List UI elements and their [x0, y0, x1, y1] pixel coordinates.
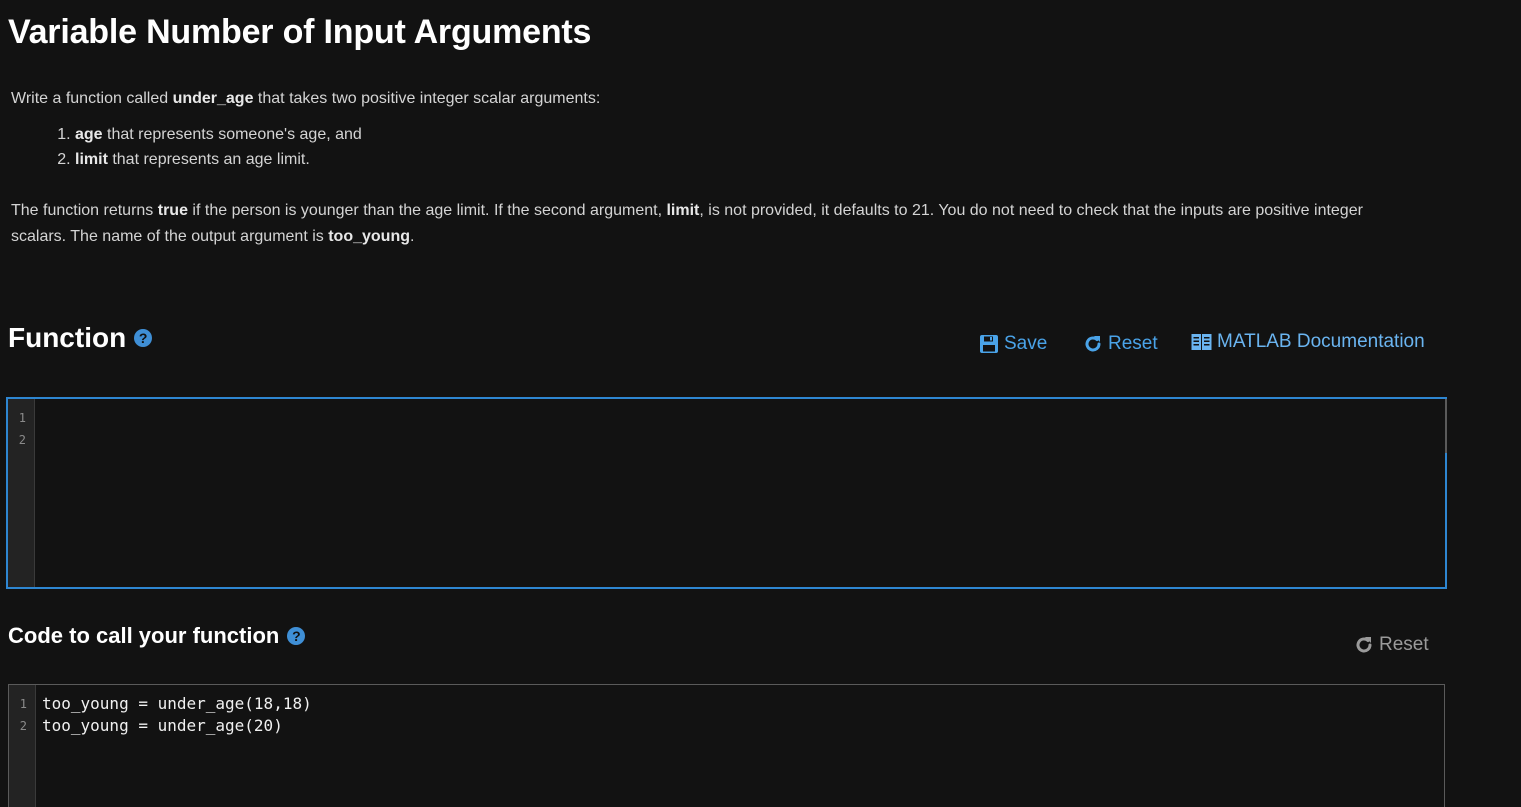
code-line[interactable]: [41, 407, 1445, 429]
line-number: 2: [18, 433, 26, 447]
line-number: 2: [19, 719, 27, 733]
function-name: under_age: [172, 90, 254, 107]
help-icon[interactable]: ?: [287, 627, 306, 645]
function-heading: Function ?: [8, 322, 153, 354]
save-button[interactable]: Save: [979, 333, 1047, 355]
help-icon[interactable]: ?: [134, 329, 153, 347]
code-line[interactable]: too_young = under_age(20): [42, 715, 1444, 737]
function-editor[interactable]: 1 2: [6, 397, 1447, 589]
problem-description: Write a function called under_age that t…: [11, 86, 1411, 250]
list-item: limit that represents an age limit.: [75, 147, 1411, 172]
code-line[interactable]: too_young = under_age(18,18): [42, 693, 1444, 715]
save-icon: [980, 335, 998, 353]
line-number: 1: [18, 411, 26, 425]
reset-call-button[interactable]: Reset: [1354, 634, 1429, 656]
line-number-gutter: 1 2: [8, 399, 35, 587]
call-code-heading: Code to call your function ?: [8, 623, 306, 649]
call-code-area[interactable]: too_young = under_age(18,18) too_young =…: [36, 685, 1444, 807]
refresh-icon: [1356, 637, 1372, 653]
details-paragraph: The function returns true if the person …: [11, 202, 1363, 245]
intro-paragraph: Write a function called under_age that t…: [11, 90, 601, 107]
code-line[interactable]: [41, 429, 1445, 451]
refresh-icon: [1085, 336, 1101, 352]
argument-list: age that represents someone's age, and l…: [11, 122, 1411, 172]
function-code-area[interactable]: [35, 399, 1445, 587]
call-code-editor[interactable]: 1 2 too_young = under_age(18,18) too_you…: [8, 684, 1445, 807]
scrollbar[interactable]: [1445, 399, 1447, 453]
reset-button[interactable]: Reset: [1083, 333, 1158, 355]
line-number: 1: [19, 697, 27, 711]
page-title: Variable Number of Input Arguments: [8, 13, 592, 51]
matlab-documentation-link[interactable]: MATLAB Documentation: [1191, 331, 1425, 353]
book-icon: [1191, 334, 1212, 350]
page: Variable Number of Input Arguments Write…: [0, 0, 1521, 807]
list-item: age that represents someone's age, and: [75, 122, 1411, 147]
line-number-gutter: 1 2: [9, 685, 36, 807]
